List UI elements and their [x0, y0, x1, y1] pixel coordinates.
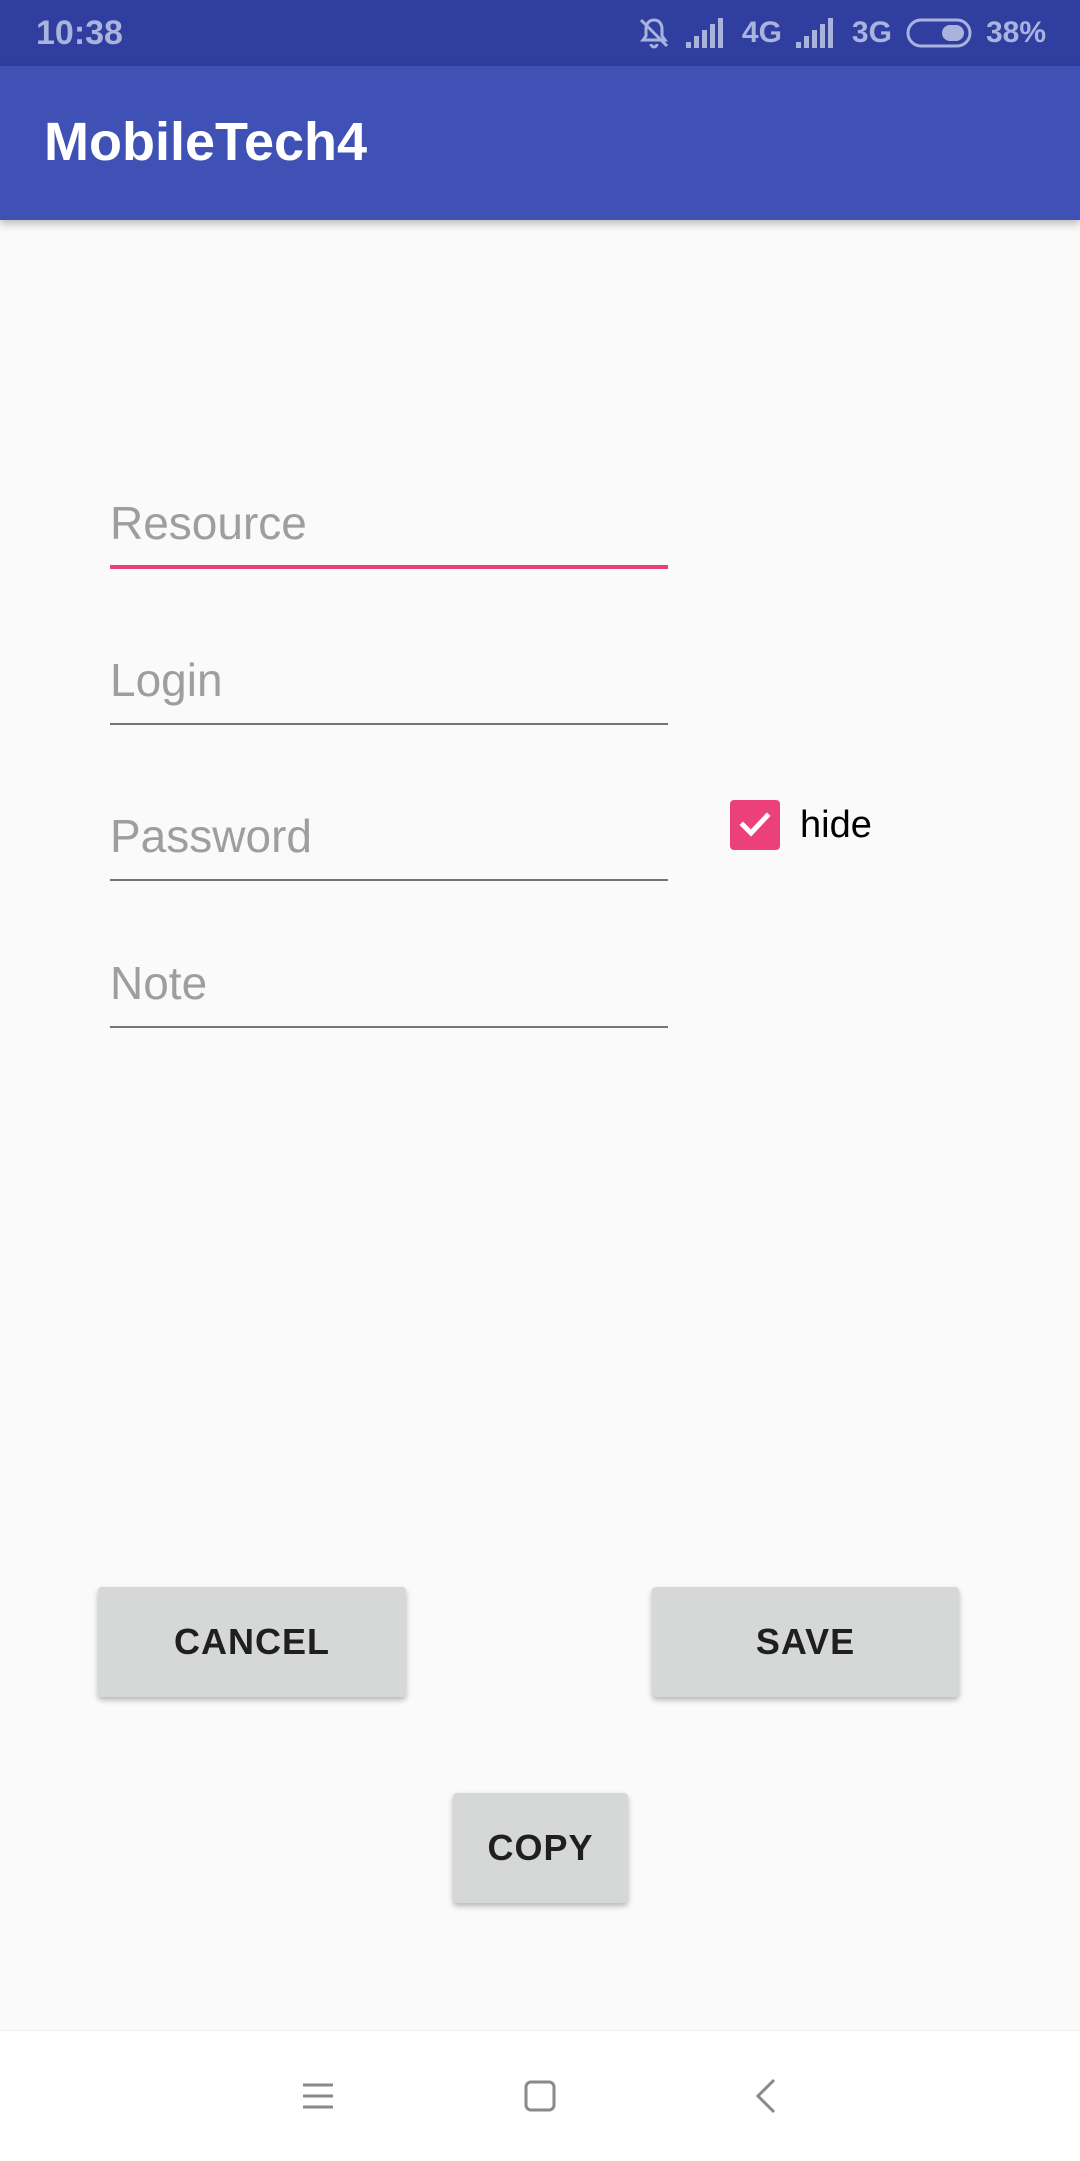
save-button[interactable]: SAVE — [652, 1587, 959, 1697]
battery-percent: 38% — [985, 16, 1046, 49]
login-input[interactable] — [110, 647, 668, 713]
back-button[interactable] — [731, 2061, 801, 2131]
navigation-bar — [0, 2030, 1080, 2161]
bell-off-icon — [636, 15, 672, 51]
hide-checkbox-row[interactable]: hide — [730, 800, 872, 850]
battery-icon — [906, 18, 972, 48]
menu-button[interactable] — [283, 2061, 353, 2131]
status-bar: 10:38 4G 3G 38% — [0, 0, 1080, 66]
signal-icon — [795, 18, 838, 48]
password-underline — [110, 879, 668, 881]
note-field[interactable] — [110, 950, 668, 1028]
resource-underline — [110, 565, 668, 569]
hide-checkbox-label: hide — [800, 803, 872, 846]
note-underline — [110, 1026, 668, 1028]
back-icon — [755, 2078, 776, 2114]
check-icon — [739, 812, 771, 837]
status-icons: 4G 3G 38% — [622, 12, 1046, 54]
cancel-button[interactable]: CANCEL — [98, 1587, 406, 1697]
note-input[interactable] — [110, 950, 668, 1016]
signal-icon — [685, 18, 728, 48]
resource-input[interactable] — [110, 490, 668, 556]
hide-checkbox[interactable] — [730, 800, 780, 850]
copy-button[interactable]: COPY — [453, 1793, 628, 1903]
password-field[interactable] — [110, 803, 668, 881]
resource-field[interactable] — [110, 490, 668, 569]
app-bar: MobileTech4 — [0, 66, 1080, 220]
menu-icon — [303, 2083, 333, 2109]
app-title: MobileTech4 — [44, 112, 368, 172]
network-type-label: 4G — [741, 16, 782, 49]
network-type-label: 3G — [851, 16, 892, 49]
login-field[interactable] — [110, 647, 668, 725]
status-time: 10:38 — [36, 14, 123, 52]
home-button[interactable] — [505, 2061, 575, 2131]
home-icon — [524, 2080, 556, 2112]
login-underline — [110, 723, 668, 725]
password-input[interactable] — [110, 803, 668, 869]
